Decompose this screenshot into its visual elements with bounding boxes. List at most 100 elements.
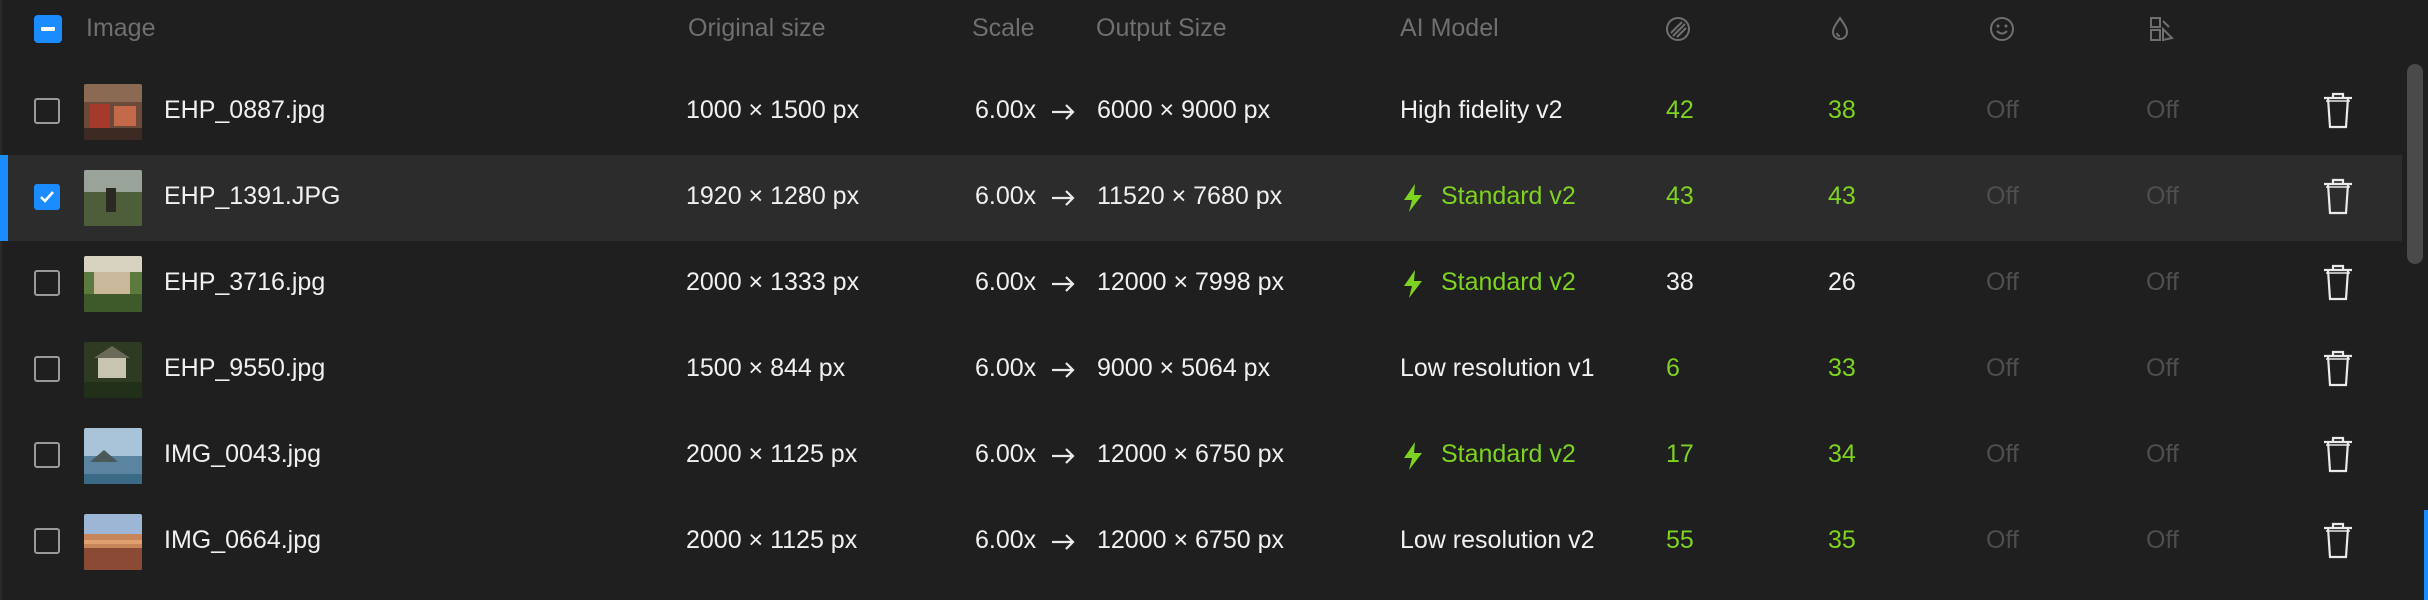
arrow-right-icon bbox=[1052, 362, 1075, 378]
trash-icon[interactable] bbox=[2322, 350, 2354, 388]
arrow-right-icon bbox=[1052, 448, 1075, 464]
trash-icon[interactable] bbox=[2322, 264, 2354, 302]
ai-model[interactable]: High fidelity v2 bbox=[1400, 96, 1563, 125]
sharpen-value[interactable]: 38 bbox=[1828, 96, 1856, 125]
noise-value[interactable]: 38 bbox=[1666, 268, 1694, 297]
sharpen-value[interactable]: 34 bbox=[1828, 440, 1856, 469]
file-name: IMG_0043.jpg bbox=[164, 440, 322, 468]
color-value[interactable]: Off bbox=[2146, 354, 2179, 383]
bolt-icon bbox=[1404, 270, 1422, 298]
face-value[interactable]: Off bbox=[1986, 182, 2019, 211]
ai-model[interactable]: Low resolution v2 bbox=[1400, 526, 1595, 555]
face-value[interactable]: Off bbox=[1986, 268, 2019, 297]
vertical-scrollbar[interactable] bbox=[2402, 64, 2428, 264]
image-thumbnail bbox=[84, 256, 142, 312]
original-size: 2000 × 1125 px bbox=[686, 526, 858, 554]
original-size: 1920 × 1280 px bbox=[686, 182, 860, 210]
sharpen-value[interactable]: 26 bbox=[1828, 268, 1856, 297]
noise-value[interactable]: 42 bbox=[1666, 96, 1694, 125]
bolt-icon bbox=[1404, 442, 1422, 470]
trash-icon[interactable] bbox=[2322, 436, 2354, 474]
noise-value[interactable]: 17 bbox=[1666, 440, 1694, 469]
arrow-right-icon bbox=[1052, 190, 1075, 206]
scale-value[interactable]: 6.00x bbox=[975, 354, 1036, 383]
row-checkbox[interactable] bbox=[34, 442, 60, 468]
file-name: EHP_1391.JPG bbox=[164, 182, 341, 210]
header-output-size[interactable]: Output Size bbox=[1096, 14, 1227, 43]
image-thumbnail bbox=[84, 84, 142, 140]
output-size: 12000 × 6750 px bbox=[1097, 440, 1284, 468]
ai-model[interactable]: Standard v2 bbox=[1441, 182, 1576, 211]
scale-value[interactable]: 6.00x bbox=[975, 182, 1036, 211]
table-row[interactable]: IMG_0664.jpg 2000 × 1125 px 6.00x 12000 … bbox=[2, 499, 2402, 585]
face-value[interactable]: Off bbox=[1986, 440, 2019, 469]
color-icon bbox=[2148, 15, 2176, 43]
bolt-icon bbox=[1404, 184, 1422, 212]
original-size: 2000 × 1333 px bbox=[686, 268, 860, 296]
header-ai-model[interactable]: AI Model bbox=[1400, 14, 1499, 43]
arrow-right-icon bbox=[1052, 534, 1075, 550]
output-size: 12000 × 7998 px bbox=[1097, 268, 1284, 296]
ai-model[interactable]: Standard v2 bbox=[1441, 440, 1576, 469]
sharpen-value[interactable]: 35 bbox=[1828, 526, 1856, 555]
row-checkbox[interactable] bbox=[34, 184, 60, 210]
scale-value[interactable]: 6.00x bbox=[975, 96, 1036, 125]
table-row[interactable]: EHP_1391.JPG 1920 × 1280 px 6.00x 11520 … bbox=[0, 155, 2402, 241]
ai-model[interactable]: Standard v2 bbox=[1441, 268, 1576, 297]
check-icon bbox=[40, 191, 54, 203]
face-value[interactable]: Off bbox=[1986, 526, 2019, 555]
scale-value[interactable]: 6.00x bbox=[975, 440, 1036, 469]
output-size: 6000 × 9000 px bbox=[1097, 96, 1271, 124]
image-queue-table: Image Original size Scale Output Size AI… bbox=[0, 0, 2428, 600]
original-size: 1500 × 844 px bbox=[686, 354, 846, 382]
image-thumbnail bbox=[84, 428, 142, 484]
color-value[interactable]: Off bbox=[2146, 96, 2179, 125]
trash-icon[interactable] bbox=[2322, 178, 2354, 216]
resize-edge-indicator bbox=[2424, 510, 2428, 600]
noise-value[interactable]: 6 bbox=[1666, 354, 1680, 383]
color-value[interactable]: Off bbox=[2146, 440, 2179, 469]
arrow-right-icon bbox=[1052, 104, 1075, 120]
image-thumbnail bbox=[84, 342, 142, 398]
file-name: EHP_0887.jpg bbox=[164, 96, 326, 124]
file-name: IMG_0664.jpg bbox=[164, 526, 322, 554]
arrow-right-icon bbox=[1052, 276, 1075, 292]
trash-icon[interactable] bbox=[2322, 522, 2354, 560]
output-size: 9000 × 5064 px bbox=[1097, 354, 1271, 382]
color-value[interactable]: Off bbox=[2146, 268, 2179, 297]
color-value[interactable]: Off bbox=[2146, 182, 2179, 211]
table-row[interactable]: EHP_9550.jpg 1500 × 844 px 6.00x 9000 × … bbox=[2, 327, 2402, 413]
trash-icon[interactable] bbox=[2322, 92, 2354, 130]
sharpen-icon bbox=[1826, 15, 1854, 43]
header-scale[interactable]: Scale bbox=[972, 14, 1035, 43]
face-icon bbox=[1988, 15, 2016, 43]
noise-value[interactable]: 55 bbox=[1666, 526, 1694, 555]
sharpen-value[interactable]: 43 bbox=[1828, 182, 1856, 211]
color-value[interactable]: Off bbox=[2146, 526, 2179, 555]
file-name: EHP_3716.jpg bbox=[164, 268, 326, 296]
face-value[interactable]: Off bbox=[1986, 96, 2019, 125]
select-all-checkbox[interactable] bbox=[34, 15, 62, 43]
header-image[interactable]: Image bbox=[86, 14, 155, 43]
row-checkbox[interactable] bbox=[34, 356, 60, 382]
noise-icon bbox=[1664, 15, 1692, 43]
row-checkbox[interactable] bbox=[34, 270, 60, 296]
header-original-size[interactable]: Original size bbox=[688, 14, 826, 43]
ai-model[interactable]: Low resolution v1 bbox=[1400, 354, 1595, 383]
row-checkbox[interactable] bbox=[34, 528, 60, 554]
table-header: Image Original size Scale Output Size AI… bbox=[2, 0, 2402, 58]
noise-value[interactable]: 43 bbox=[1666, 182, 1694, 211]
sharpen-value[interactable]: 33 bbox=[1828, 354, 1856, 383]
image-thumbnail bbox=[84, 514, 142, 570]
file-name: EHP_9550.jpg bbox=[164, 354, 326, 382]
face-value[interactable]: Off bbox=[1986, 354, 2019, 383]
output-size: 12000 × 6750 px bbox=[1097, 526, 1284, 554]
table-row[interactable]: EHP_3716.jpg 2000 × 1333 px 6.00x 12000 … bbox=[2, 241, 2402, 327]
scale-value[interactable]: 6.00x bbox=[975, 268, 1036, 297]
scrollbar-thumb[interactable] bbox=[2407, 64, 2423, 264]
scale-value[interactable]: 6.00x bbox=[975, 526, 1036, 555]
row-checkbox[interactable] bbox=[34, 98, 60, 124]
image-thumbnail bbox=[84, 170, 142, 226]
table-row[interactable]: EHP_0887.jpg 1000 × 1500 px 6.00x 6000 ×… bbox=[2, 69, 2402, 155]
table-row[interactable]: IMG_0043.jpg 2000 × 1125 px 6.00x 12000 … bbox=[2, 413, 2402, 499]
